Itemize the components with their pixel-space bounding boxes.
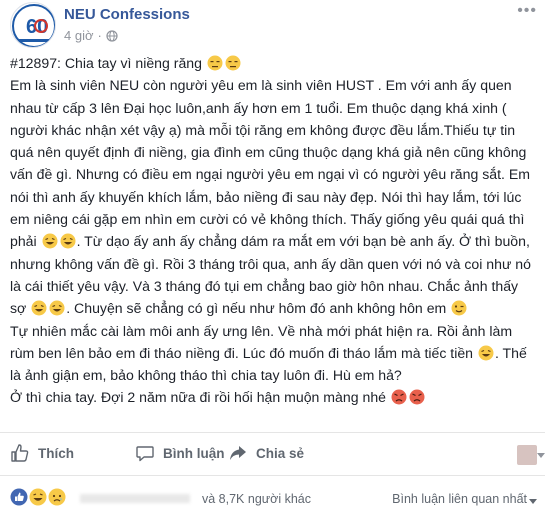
sad-reaction-icon (48, 488, 66, 506)
like-button[interactable]: Thích (10, 443, 74, 463)
angry-emoji (409, 389, 425, 405)
post-meta: 4 giờ · (64, 28, 118, 43)
post-body: #12897: Chia tay vì niềng răng Em là sin… (10, 52, 534, 409)
share-label: Chia sẻ (256, 445, 305, 461)
angry-emoji (391, 389, 407, 405)
page-logo-icon: 60 (12, 4, 55, 47)
laughing-emoji (31, 300, 47, 316)
unamused-emoji (207, 55, 223, 71)
avatar-text: 60 (26, 16, 48, 38)
laughing-emoji (42, 233, 58, 249)
post-text-segment: Em là sinh viên NEU còn người yêu em là … (10, 77, 530, 250)
more-options-icon[interactable]: ••• (517, 2, 537, 20)
post-time[interactable]: 4 giờ (64, 28, 94, 43)
reaction-summary: và 8,7K người khác Bình luận liên quan n… (0, 484, 545, 514)
comment-button[interactable]: Bình luận (135, 443, 225, 463)
like-label: Thích (38, 445, 74, 461)
reaction-count-text[interactable]: và 8,7K người khác (202, 492, 311, 506)
share-icon (230, 446, 246, 460)
page-name-link[interactable]: NEU Confessions (64, 6, 190, 23)
post-action-bar: Thích Bình luận Chia sẻ (0, 432, 545, 476)
laughing-emoji (478, 345, 494, 361)
comment-sort-dropdown[interactable]: Bình luận liên quan nhất (392, 492, 527, 506)
like-reaction-icon (10, 488, 28, 506)
page-avatar[interactable]: 60 (10, 2, 56, 48)
globe-icon[interactable] (106, 29, 118, 42)
thumbs-up-icon (11, 444, 29, 462)
laughing-emoji (49, 300, 65, 316)
share-button[interactable]: Chia sẻ (228, 443, 304, 463)
wink-emoji (451, 300, 467, 316)
reactor-names-blurred (80, 494, 190, 503)
post-text-segment: Tự nhiên mắc cài làm môi anh ấy ưng lên.… (10, 322, 513, 361)
chevron-down-icon[interactable] (529, 499, 537, 504)
comment-icon (136, 446, 154, 462)
post-header: 60 NEU Confessions 4 giờ · ••• (0, 0, 545, 48)
post-text-segment: #12897: Chia tay vì niềng răng (10, 55, 206, 71)
share-as-avatar[interactable] (517, 445, 537, 465)
laughing-emoji (60, 233, 76, 249)
unamused-emoji (225, 55, 241, 71)
chevron-down-icon[interactable] (537, 453, 545, 458)
comment-label: Bình luận (163, 445, 225, 461)
reaction-icons[interactable] (10, 488, 67, 506)
post-text-segment: . Chuyện sẽ chẳng có gì nếu như hôm đó a… (66, 300, 451, 317)
haha-reaction-icon (29, 488, 47, 506)
